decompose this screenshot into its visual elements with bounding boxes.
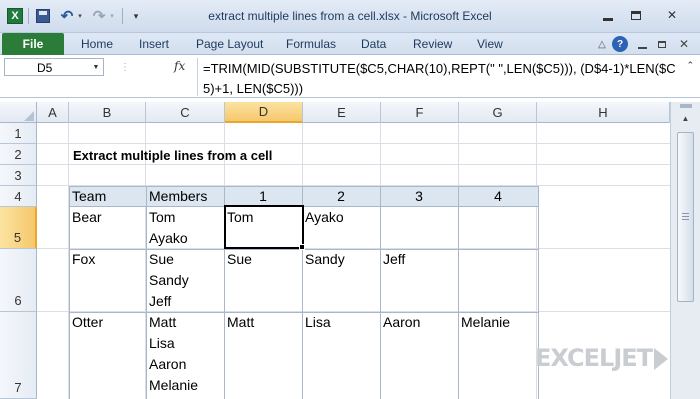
tab-file[interactable]: File (2, 33, 64, 55)
scrollbar-thumb[interactable] (677, 132, 694, 302)
table-cell-value[interactable]: Sue (224, 249, 252, 270)
thumb-grip (682, 216, 689, 217)
column-header-row: A B C D E F G H (0, 102, 700, 123)
name-box[interactable]: D5 ▼ (4, 58, 104, 76)
window-title: extract multiple lines from a cell.xlsx … (208, 9, 492, 23)
column-header-b[interactable]: B (69, 102, 146, 123)
active-cell-d5[interactable] (224, 205, 304, 249)
table-border (380, 186, 381, 399)
tab-view[interactable]: View (477, 37, 503, 51)
row-header-6[interactable]: 6 (0, 249, 37, 312)
column-header-a[interactable]: A (37, 102, 69, 123)
title-bar: X ↶ ▾ ↷ ▾ ▾ extract multiple lines from … (0, 0, 700, 33)
thumb-grip (682, 213, 689, 214)
row-header-2[interactable]: 2 (0, 144, 37, 165)
select-all-button[interactable] (0, 102, 37, 123)
close-workbook-icon[interactable]: ✕ (676, 36, 692, 52)
column-header-c[interactable]: C (146, 102, 225, 123)
table-cell-members[interactable]: Sue Sandy Jeff (146, 249, 189, 312)
tab-insert[interactable]: Insert (139, 37, 169, 51)
table-cell-value[interactable]: Jeff (380, 249, 405, 270)
tab-review[interactable]: Review (413, 37, 452, 51)
logo-text: EXCELJET (535, 344, 653, 372)
column-header-e[interactable]: E (303, 102, 381, 123)
logo-arrow-icon (654, 348, 668, 370)
tab-formulas[interactable]: Formulas (286, 37, 336, 51)
row-header-5[interactable]: 5 (0, 207, 37, 249)
table-cell-value[interactable]: Ayako (302, 207, 344, 228)
row-header-7[interactable]: 7 (0, 312, 37, 399)
table-header-members[interactable]: Members (146, 186, 225, 207)
table-cell-value[interactable]: Aaron (380, 312, 420, 333)
table-cell-team[interactable]: Bear (69, 207, 102, 228)
maximize-window-button[interactable] (624, 5, 648, 25)
table-cell-value[interactable]: Sandy (302, 249, 345, 270)
scroll-up-icon[interactable]: ▲ (677, 111, 694, 126)
table-border (458, 186, 459, 399)
close-window-button[interactable]: ✕ (652, 5, 692, 25)
table-header-2[interactable]: 2 (302, 186, 381, 207)
table-cell-members[interactable]: Tom Ayako (146, 207, 188, 249)
sheet-title: Extract multiple lines from a cell (73, 148, 273, 163)
column-header-h[interactable]: H (537, 102, 670, 123)
insert-function-button[interactable]: fx (174, 59, 185, 73)
row-header-1[interactable]: 1 (0, 123, 37, 144)
restore-workbook-icon[interactable] (654, 36, 670, 52)
formula-bar: D5 ▼ ⋮ fx =TRIM(MID(SUBSTITUTE($C5,CHAR(… (0, 56, 700, 98)
table-header-1[interactable]: 1 (224, 186, 303, 207)
tab-home[interactable]: Home (81, 37, 113, 51)
formula-bar-divider (197, 58, 198, 96)
ribbon-tabs: File Home Insert Page Layout Formulas Da… (0, 33, 700, 55)
data-table: Team Members 1 2 3 4 Bear Tom Ayako Tom … (69, 186, 539, 399)
table-header-4[interactable]: 4 (458, 186, 539, 207)
table-border (69, 186, 539, 187)
tab-page-layout[interactable]: Page Layout (196, 37, 263, 51)
tab-data[interactable]: Data (361, 37, 386, 51)
help-icon[interactable]: ? (612, 36, 628, 52)
table-cell-members[interactable]: Matt Lisa Aaron Melanie (146, 312, 198, 396)
gridline (37, 143, 670, 144)
table-cell-team[interactable]: Otter (69, 312, 103, 333)
formula-bar-grip-icon[interactable]: ⋮ (120, 62, 130, 73)
table-header-3[interactable]: 3 (380, 186, 459, 207)
exceljet-logo: EXCELJET (535, 344, 675, 372)
formula-input[interactable]: =TRIM(MID(SUBSTITUTE($C5,CHAR(10),REPT("… (203, 59, 678, 99)
chevron-down-icon[interactable]: ▼ (89, 59, 103, 75)
gridline (37, 164, 670, 165)
split-box[interactable] (680, 104, 692, 108)
fill-handle[interactable] (299, 244, 305, 250)
column-header-f[interactable]: F (381, 102, 459, 123)
thumb-grip (682, 219, 689, 220)
table-cell-value[interactable]: Lisa (302, 312, 331, 333)
row-header-4[interactable]: 4 (0, 186, 37, 207)
table-cell-team[interactable]: Fox (69, 249, 95, 270)
row-header-3[interactable]: 3 (0, 165, 37, 186)
name-box-value: D5 (37, 61, 53, 75)
table-header-team[interactable]: Team (69, 186, 147, 207)
column-header-g[interactable]: G (459, 102, 537, 123)
table-cell-value[interactable]: Melanie (458, 312, 510, 333)
table-cell-value[interactable]: Matt (224, 312, 254, 333)
minimize-ribbon-icon[interactable]: △ (594, 36, 610, 52)
minimize-workbook-icon[interactable] (634, 36, 650, 52)
minimize-window-button[interactable] (596, 5, 620, 25)
column-header-d[interactable]: D (225, 102, 303, 123)
collapse-formula-bar-icon[interactable]: ⌃ (686, 60, 694, 71)
